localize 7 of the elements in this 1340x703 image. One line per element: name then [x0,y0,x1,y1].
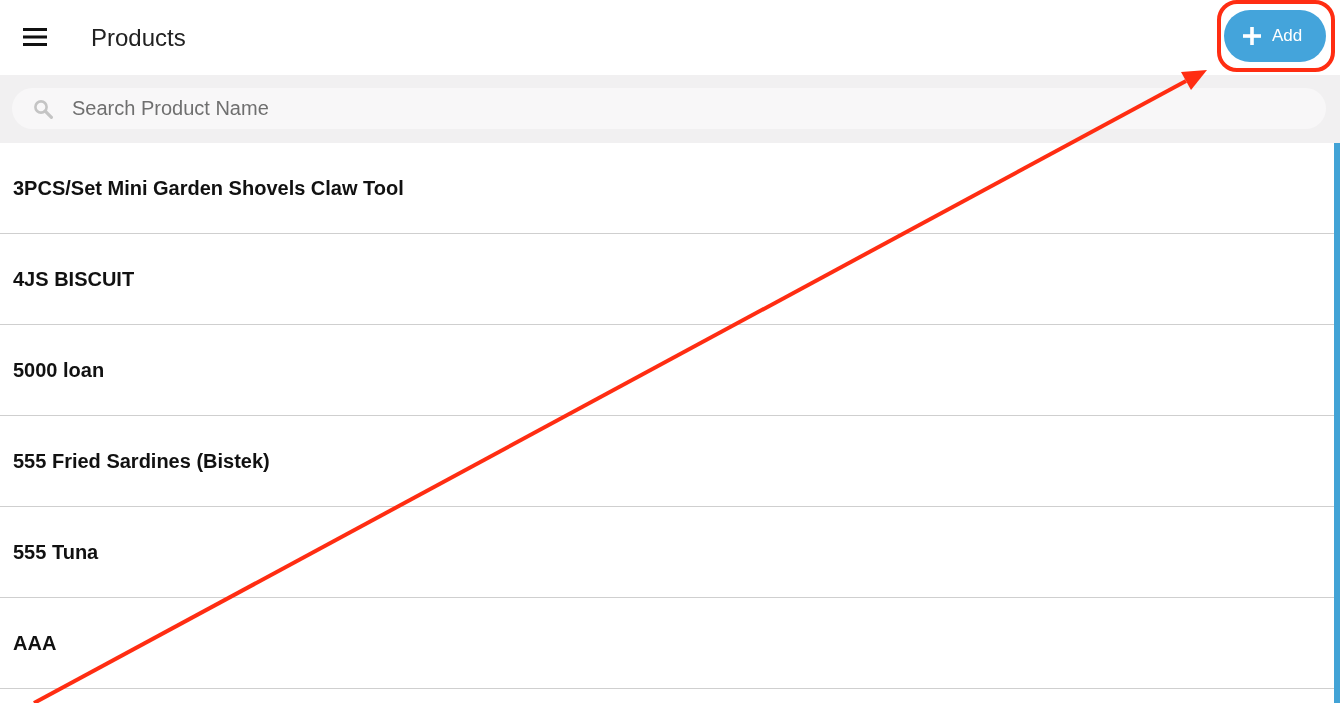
menu-button[interactable] [23,28,47,46]
page-title: Products [91,22,186,53]
search-icon [33,99,53,119]
menu-icon [23,28,47,46]
search-field[interactable]: Search Product Name [12,88,1326,129]
plus-icon [1243,27,1261,45]
scroll-bar[interactable] [1334,143,1340,703]
